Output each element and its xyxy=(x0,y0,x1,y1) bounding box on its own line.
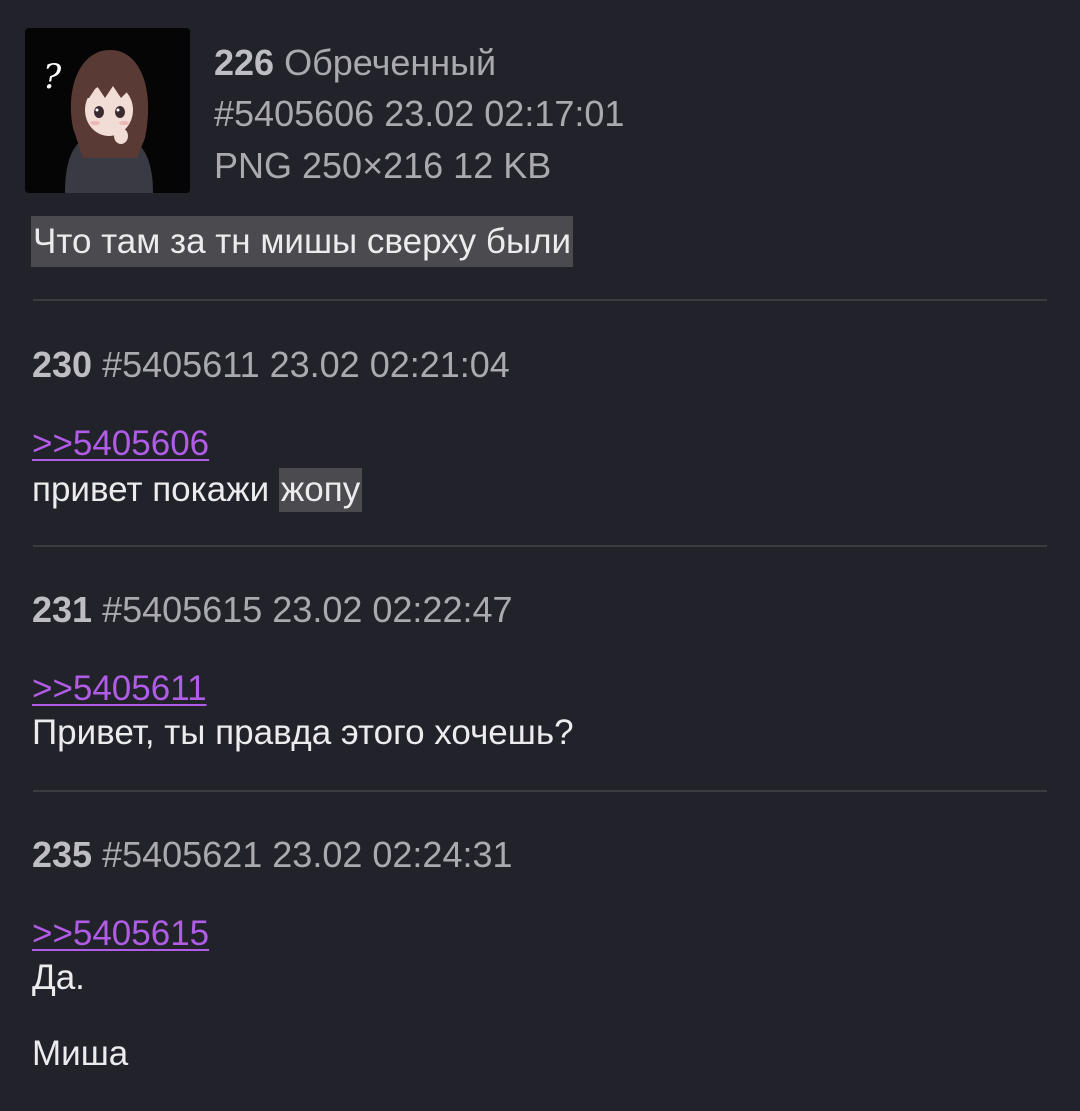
post-body: Привет, ты правда этого хочешь? xyxy=(32,713,574,752)
divider xyxy=(33,299,1047,301)
quote-link[interactable]: >>5405606 xyxy=(32,424,209,464)
post-id-link[interactable]: #5405621 xyxy=(102,834,262,875)
post-index: 235 xyxy=(32,834,93,875)
post-id-link[interactable]: #5405606 xyxy=(214,93,374,134)
anime-girl-avatar-icon: ? xyxy=(25,28,190,193)
svg-text:?: ? xyxy=(43,57,62,97)
file-info[interactable]: PNG 250×216 12 KB xyxy=(214,145,551,187)
divider xyxy=(33,790,1047,792)
post-body: привет покажи жопу xyxy=(32,468,363,512)
quote-link[interactable]: >>5405615 xyxy=(32,914,209,954)
divider xyxy=(33,545,1047,547)
post-header: 235 #5405621 23.02 02:24:31 xyxy=(32,834,513,876)
post-header: 230 #5405611 23.02 02:21:04 xyxy=(32,344,510,386)
post-body-line: Да. xyxy=(32,958,85,997)
post-datetime: 23.02 02:24:31 xyxy=(272,834,513,875)
op-body: Что там за тн мишы сверху были xyxy=(31,216,574,267)
post-body-highlight: жопу xyxy=(278,468,363,512)
post-datetime: 23.02 02:17:01 xyxy=(384,93,625,134)
author-name: Обреченный xyxy=(284,42,497,83)
post-thumbnail[interactable]: ? xyxy=(25,28,190,193)
post-datetime: 23.02 02:21:04 xyxy=(269,344,510,385)
post-index: 230 xyxy=(32,344,93,385)
post-id-link[interactable]: #5405611 xyxy=(102,344,260,385)
post-datetime: 23.02 02:22:47 xyxy=(272,589,513,630)
post-id-link[interactable]: #5405615 xyxy=(102,589,262,630)
op-meta-line-2: #5405606 23.02 02:17:01 xyxy=(214,93,624,135)
quote-link[interactable]: >>5405611 xyxy=(32,669,207,709)
post-index: 231 xyxy=(32,589,93,630)
post-body-text: привет покажи xyxy=(32,470,279,509)
op-meta-line-1: 226 Обреченный xyxy=(214,42,496,84)
post-body-signature: Миша xyxy=(32,1034,129,1073)
op-body-text: Что там за тн мишы сверху были xyxy=(31,216,574,267)
post-index: 226 xyxy=(214,42,275,83)
post-header: 231 #5405615 23.02 02:22:47 xyxy=(32,589,513,631)
